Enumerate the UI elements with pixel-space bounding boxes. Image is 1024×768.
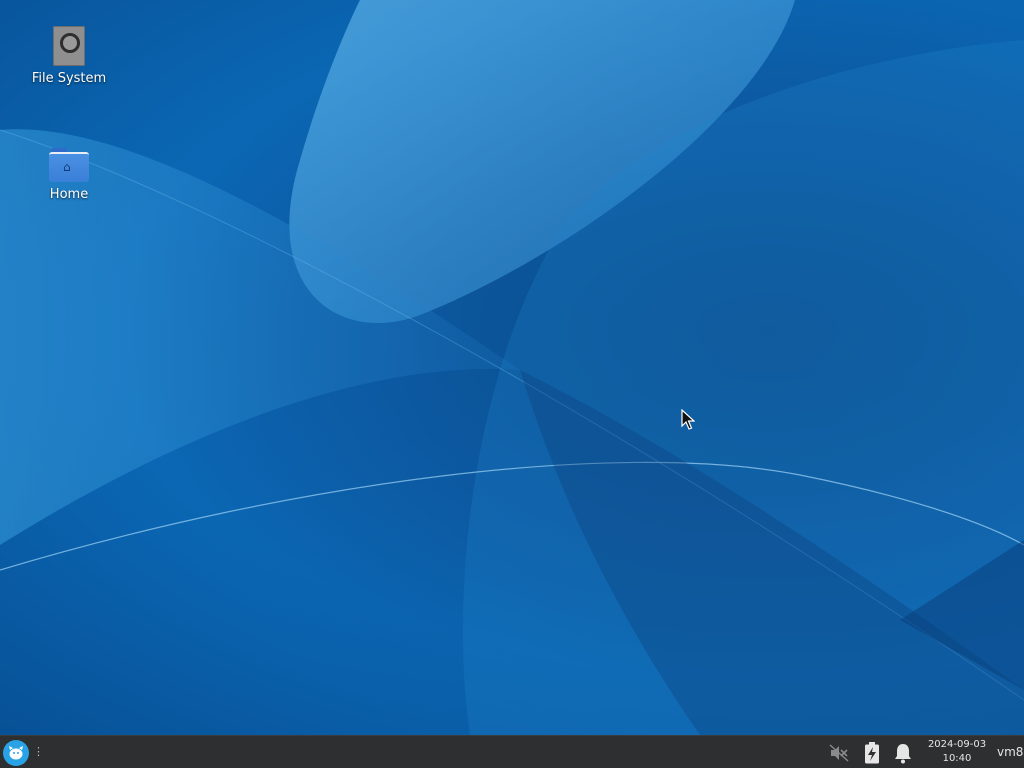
xfce-mouse-icon	[9, 746, 23, 760]
panel-handle-icon[interactable]: ⋮	[33, 745, 44, 759]
clock[interactable]: 2024-09-03 10:40	[924, 738, 990, 766]
home-folder-icon: ⌂	[49, 148, 89, 182]
mouse-pointer-icon	[681, 409, 695, 430]
notifications-button[interactable]	[892, 741, 914, 765]
clock-time: 10:40	[942, 753, 972, 764]
power-manager-icon	[865, 742, 879, 764]
desktop-icon-label: File System	[31, 71, 107, 86]
desktop-icon-home[interactable]: ⌂ Home	[19, 148, 119, 202]
wallpaper	[0, 0, 1024, 735]
desktop-icon-label: Home	[49, 187, 89, 202]
volume-button[interactable]	[828, 741, 850, 765]
power-manager-button[interactable]	[862, 741, 882, 765]
clock-date: 2024-09-03	[927, 739, 987, 750]
desktop-icon-file-system[interactable]: File System	[19, 26, 119, 86]
drive-icon	[53, 26, 85, 66]
desktop[interactable]: File System ⌂ Home	[0, 0, 1024, 735]
taskbar: ⋮ 2024-09-03 10:40 vm8	[0, 735, 1024, 768]
hostname-label: vm8	[997, 745, 1024, 759]
bell-icon	[895, 744, 911, 764]
applications-menu-button[interactable]	[3, 740, 29, 766]
volume-muted-icon	[829, 744, 849, 762]
